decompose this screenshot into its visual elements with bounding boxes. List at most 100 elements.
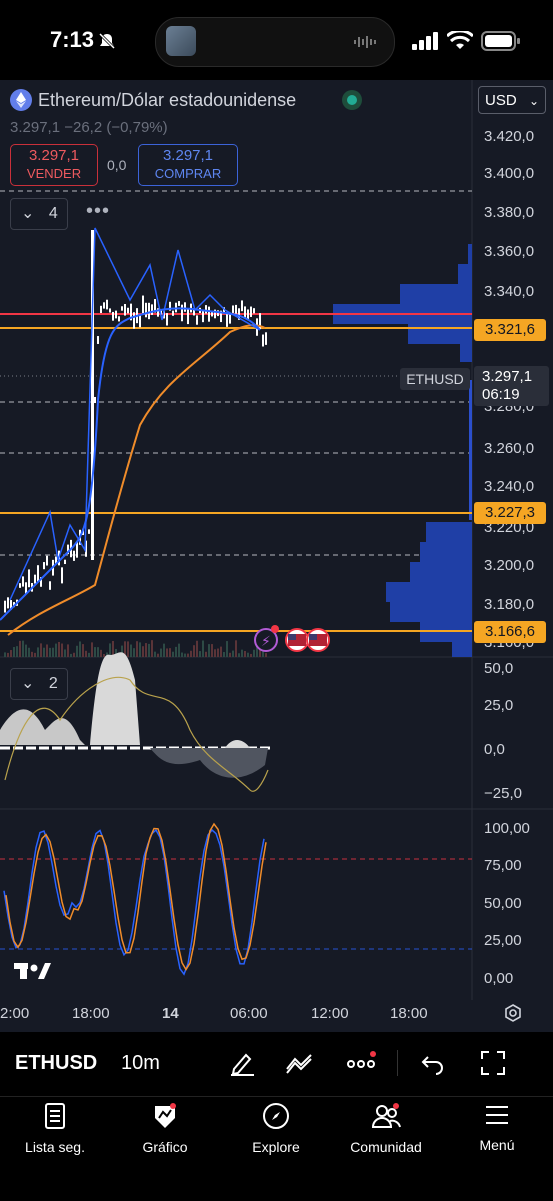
candle [262, 334, 264, 347]
volume-bar [82, 644, 84, 657]
volume-bar [61, 643, 63, 657]
symbol-button[interactable]: ETHUSD [15, 1052, 97, 1075]
buy-price: 3.297,1 [162, 147, 214, 164]
candle [121, 306, 123, 311]
volume-bar [202, 640, 204, 657]
nav-comunidad[interactable]: Comunidad [331, 1102, 441, 1155]
candle [4, 600, 6, 613]
toolbar-divider [397, 1050, 398, 1076]
volume-bar [25, 644, 27, 657]
undo-icon[interactable] [420, 1051, 446, 1075]
candle [73, 550, 75, 561]
volume-bar [181, 652, 183, 657]
volume-bar [76, 645, 78, 657]
volume-bar [163, 643, 165, 657]
time-axis-label: 18:00 [390, 1005, 428, 1022]
candle [7, 597, 9, 609]
nav-label: Comunidad [350, 1139, 422, 1155]
indicators-count: 4 [48, 205, 58, 222]
volume-bar [244, 650, 246, 657]
nav-gr-fico[interactable]: Gráfico [110, 1102, 220, 1155]
volume-bar [235, 640, 237, 657]
volume-bar [31, 651, 33, 657]
more-icon[interactable] [346, 1050, 380, 1076]
nav-lista-seg-[interactable]: Lista seg. [0, 1102, 110, 1155]
more-dots-icon[interactable]: ••• [86, 200, 110, 223]
volume-bar [172, 651, 174, 657]
candle [37, 565, 39, 582]
chart-icon [151, 1102, 179, 1130]
volume-bar [67, 644, 69, 657]
volume-bar [220, 646, 222, 657]
volume-bar [241, 649, 243, 657]
candle [100, 305, 102, 314]
volume-bar [13, 647, 15, 657]
pencil-icon[interactable] [228, 1049, 256, 1077]
macd-collapse-button[interactable]: ⌄ 2 [10, 668, 68, 700]
volume-bar [79, 641, 81, 657]
currency-select[interactable]: USD ⌄ [478, 86, 546, 114]
chart-canvas[interactable]: ⚡ [0, 80, 553, 1032]
candle [64, 559, 66, 565]
nav-label: Gráfico [142, 1139, 188, 1155]
candle [124, 304, 126, 316]
settings-icon[interactable] [503, 1003, 523, 1023]
market-open-icon [342, 90, 362, 110]
candle [232, 305, 234, 313]
price-change: 3.297,1 −26,2 (−0,79%) [10, 119, 168, 136]
symbol-title[interactable]: Ethereum/Dólar estadounidense [38, 90, 296, 111]
candle [43, 562, 45, 570]
volume-bar [55, 643, 57, 657]
candle [172, 310, 174, 316]
volume-bar [136, 641, 138, 657]
candle [61, 567, 63, 584]
fullscreen-icon[interactable] [480, 1050, 506, 1076]
volume-bar [34, 652, 36, 657]
signal-icon [412, 32, 438, 50]
candle [106, 299, 108, 310]
candle [97, 336, 99, 344]
indicators-collapse-button[interactable]: ⌄ 4 [10, 198, 68, 230]
nav-explore[interactable]: Explore [221, 1102, 331, 1155]
sell-button[interactable]: 3.297,1 VENDER [10, 144, 98, 186]
candle [88, 529, 90, 534]
candle [184, 302, 186, 312]
time-axis-label: 14 [162, 1005, 179, 1022]
time-axis-label: 18:00 [72, 1005, 110, 1022]
price-axis-label: 3.420,0 [484, 128, 535, 145]
candle [46, 555, 48, 566]
volume-bar [226, 641, 228, 657]
volume-bar [223, 652, 225, 657]
nav-label: Explore [252, 1139, 300, 1155]
time-axis[interactable]: 2:00 18:00 14 06:00 12:00 18:00 [0, 1000, 553, 1030]
candle [178, 301, 180, 306]
buy-button[interactable]: 3.297,1 COMPRAR [138, 144, 238, 186]
volume-bar [43, 647, 45, 657]
candle [241, 300, 243, 312]
compass-icon [262, 1102, 290, 1130]
chevron-down-icon: ⌄ [21, 205, 35, 222]
interval-button[interactable]: 10m [121, 1052, 160, 1075]
volume-bar [28, 647, 30, 657]
volume-bar [208, 644, 210, 657]
nav-men-[interactable]: Menú [442, 1102, 552, 1153]
macd-axis-label: −25,0 [484, 785, 522, 802]
volume-bar [139, 642, 141, 657]
volume-bar [232, 650, 234, 657]
indicators-icon[interactable] [285, 1049, 315, 1077]
candle [19, 583, 21, 588]
volume-bar [199, 651, 201, 657]
macd-axis-label: 25,0 [484, 697, 514, 714]
stoch-axis-label: 100,00 [484, 820, 530, 837]
volume-bar [250, 653, 252, 657]
candle [226, 312, 228, 327]
volume-bar [154, 651, 156, 657]
volume-bar [217, 648, 219, 657]
volume-bar [247, 652, 249, 657]
volume-bar [7, 652, 9, 657]
stoch-axis-label: 75,00 [484, 857, 522, 874]
candle [265, 332, 267, 345]
menu-icon [484, 1102, 510, 1130]
countdown: 06:19 [482, 386, 520, 403]
current-price-tag: 3.297,1 06:19 [474, 366, 549, 406]
